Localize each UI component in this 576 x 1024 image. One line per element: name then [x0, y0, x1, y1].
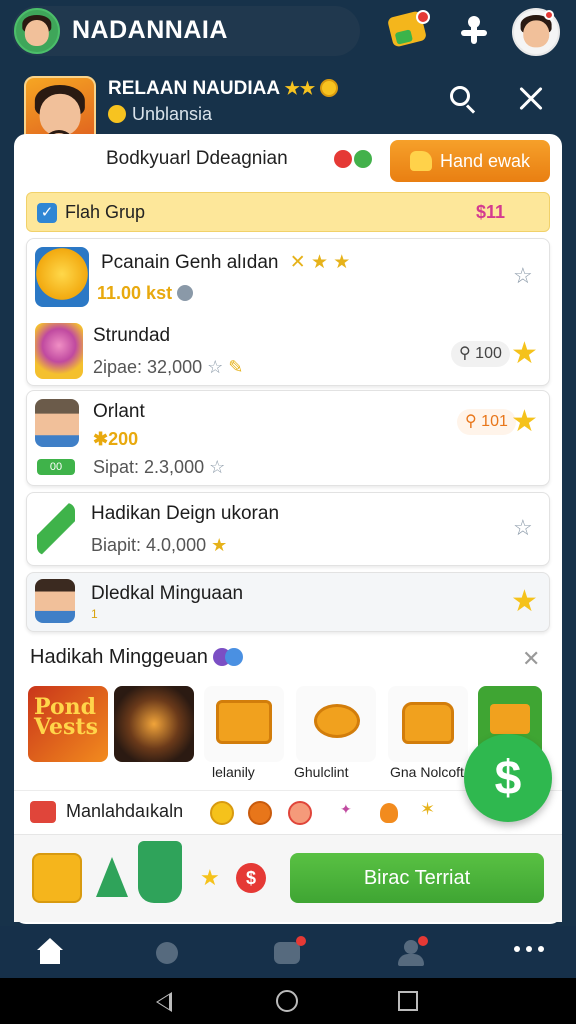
- close-icon[interactable]: ✕: [522, 646, 540, 672]
- more-icon[interactable]: [512, 944, 546, 954]
- tile-label: Gna Nolcoft: [390, 764, 464, 780]
- coin-icon: [210, 801, 234, 825]
- banner-subtitle: Unblansia: [108, 104, 212, 125]
- user-avatar[interactable]: [14, 8, 60, 54]
- profile-badge: [544, 10, 554, 20]
- list-item-meta: Sipat: 2.3,000 ☆: [93, 457, 226, 477]
- chat-nav-icon[interactable]: [272, 936, 306, 966]
- list-card: Orlant ✱200 00 Sipat: 2.3,000 ☆ ⚲ 101 ★: [26, 390, 550, 486]
- lantern-tile[interactable]: [114, 686, 194, 762]
- weekly-title: Hadikah Minggeuan: [30, 646, 244, 669]
- treasure-tile[interactable]: [388, 686, 468, 762]
- search-icon[interactable]: [448, 84, 478, 114]
- lightbulb-icon: [108, 105, 126, 123]
- item-value: 11.00 kst: [97, 283, 194, 304]
- sheet-header: Bodkyuarl Ddeagnian Hand ewak: [14, 134, 562, 188]
- star-icon[interactable]: ★: [511, 587, 538, 617]
- list-item-meta: 2ipae: 32,000 ☆ ✎: [93, 357, 244, 377]
- group-label: Flah Grup: [65, 202, 146, 222]
- list-item-title[interactable]: Strundad: [93, 325, 170, 347]
- bottle-icon: [138, 841, 182, 903]
- list-card: Dledkal Minguaan 1 ★: [26, 572, 550, 632]
- check-badge-icon: [354, 150, 372, 168]
- chest-tile[interactable]: [204, 686, 284, 762]
- character-thumbnail: [35, 323, 83, 379]
- app-title: NADANNAIA: [72, 16, 228, 44]
- list-item-meta: Biapit: 4.0,000 ★: [91, 535, 228, 555]
- star-icon: ★: [200, 865, 220, 890]
- system-nav-bar: [0, 978, 576, 1024]
- home-system-icon[interactable]: [276, 990, 298, 1012]
- check-icon: ✓: [37, 203, 57, 223]
- sparkle-icons: ✕ ★ ★: [289, 252, 351, 273]
- profile-nav-icon[interactable]: [396, 936, 428, 966]
- star-outline-icon[interactable]: ☆: [513, 265, 533, 287]
- top-app-bar: NADANNAIA: [0, 0, 576, 64]
- list-item-title[interactable]: Pcanain Genh alıdan ✕ ★ ★: [101, 251, 350, 274]
- star-icon: ★★: [284, 79, 316, 98]
- candy-tile[interactable]: [296, 686, 376, 762]
- action-row: ★ $ Birac Terriat: [14, 834, 562, 922]
- hand-icon: [409, 151, 432, 171]
- search-count-pill[interactable]: ⚲ 101: [457, 409, 516, 435]
- gift-nav-icon[interactable]: [152, 938, 182, 966]
- dollar-badge-icon: $: [236, 863, 266, 893]
- hand-wave-button[interactable]: Hand ewak: [390, 140, 550, 182]
- tree-icon: [96, 857, 128, 897]
- info-icon: [177, 285, 194, 301]
- list-card: Hadikan Deign ukoran Biapit: 4.0,000 ★ ☆: [26, 492, 550, 566]
- reward-tile[interactable]: Pond Vests: [28, 686, 108, 762]
- add-user-icon[interactable]: [458, 16, 490, 48]
- red-badge-icon: [334, 150, 352, 168]
- group-bar[interactable]: ✓ Flah Grup $11: [26, 192, 550, 232]
- person-thumbnail: [35, 579, 75, 623]
- coin-icon: [320, 79, 339, 97]
- star-outline-icon[interactable]: ☆: [513, 517, 533, 539]
- sheet-title: Bodkyuarl Ddeagnian: [106, 148, 288, 169]
- tile-label: lelanily: [212, 764, 255, 780]
- gift-icon: [30, 801, 56, 823]
- coin-bag-icon[interactable]: [32, 853, 82, 903]
- item-value: ✱200: [93, 429, 139, 449]
- start-button[interactable]: Birac Terriat: [290, 853, 544, 903]
- coin-icon: [248, 801, 272, 825]
- acorn-icon: [380, 803, 398, 823]
- tile-label: Ghulclint: [294, 764, 349, 780]
- notification-dot: [416, 10, 430, 24]
- person-thumbnail: [35, 399, 79, 447]
- list-item-meta: 1: [91, 607, 98, 621]
- banner-name: RELAAN NAUDIAA ★★: [108, 78, 339, 100]
- group-count: $11: [475, 202, 505, 222]
- pencil-thumbnail: [37, 503, 75, 555]
- list-item-title[interactable]: Orlant: [93, 401, 145, 423]
- dollar-fab-button[interactable]: $: [464, 734, 552, 822]
- search-count-pill[interactable]: ⚲ 100: [451, 341, 510, 367]
- coin-thumbnail: [35, 247, 89, 307]
- reward-label: Manlahdaıkaln: [66, 801, 184, 821]
- list-item-title[interactable]: Dledkal Minguaan: [91, 583, 243, 605]
- tag-badge: 00: [37, 459, 75, 475]
- recents-icon[interactable]: [398, 991, 418, 1011]
- close-icon[interactable]: [516, 84, 546, 114]
- star-icon[interactable]: ★: [511, 407, 538, 437]
- star-icon: ✶: [420, 799, 436, 819]
- list-item-title[interactable]: Hadikan Deign ukoran: [91, 503, 279, 525]
- bottom-nav: [0, 926, 576, 978]
- home-icon[interactable]: [34, 938, 64, 966]
- star-icon[interactable]: ★: [511, 339, 538, 369]
- list-card: Pcanain Genh alıdan ✕ ★ ★ 11.00 kst ☆ St…: [26, 238, 550, 386]
- status-badges: [334, 150, 374, 173]
- coin-icon: [288, 801, 312, 825]
- sparkle-icon: ✦: [340, 801, 352, 817]
